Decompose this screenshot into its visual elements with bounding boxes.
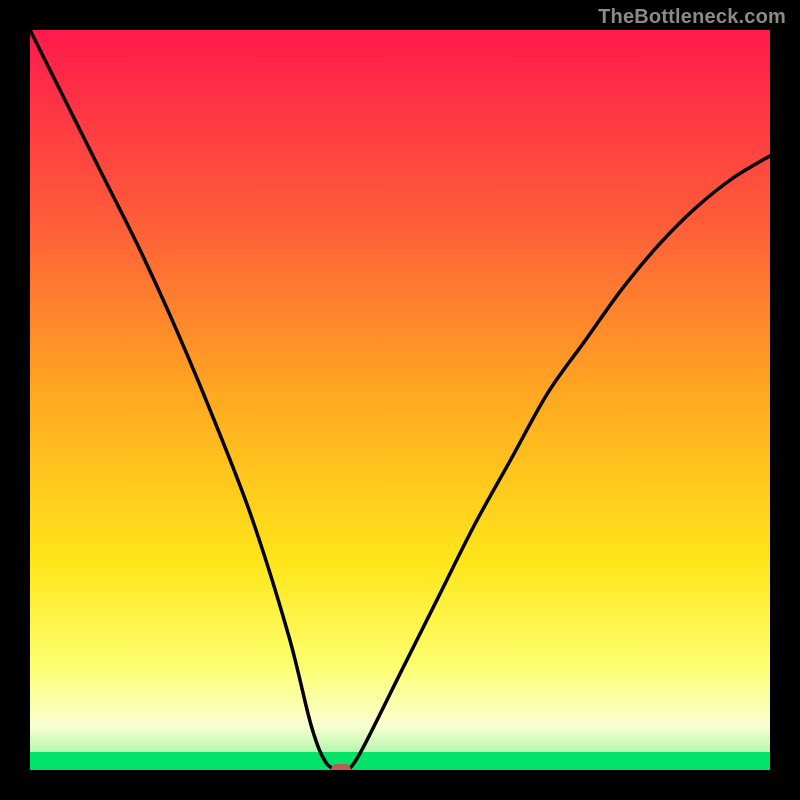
bottleneck-curve [30, 30, 770, 770]
plot-area [30, 30, 770, 770]
optimal-point-marker [331, 764, 351, 770]
chart-frame: TheBottleneck.com [0, 0, 800, 800]
watermark-text: TheBottleneck.com [598, 6, 786, 29]
